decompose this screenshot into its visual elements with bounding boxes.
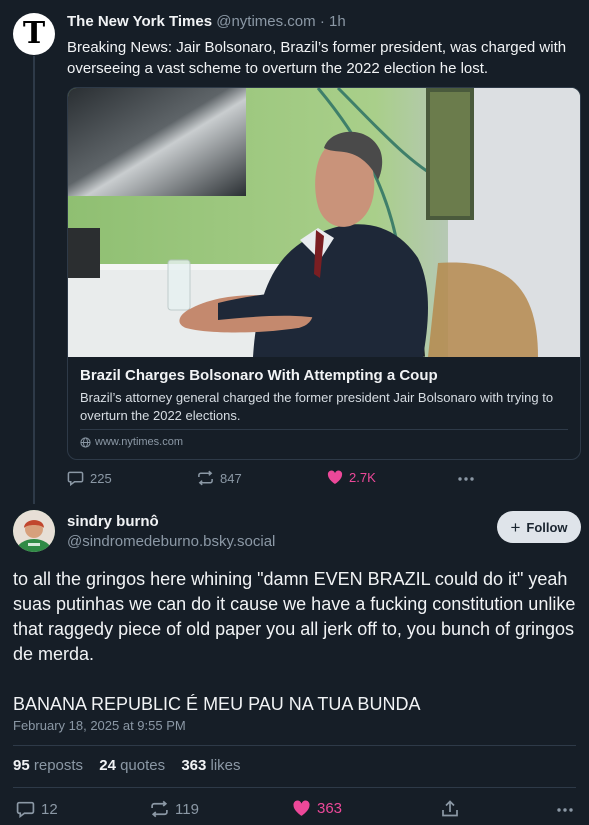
- parent-author-handle[interactable]: @nytimes.com: [216, 13, 315, 30]
- post-actions: 12 119 363: [13, 800, 578, 822]
- author-avatar[interactable]: [13, 510, 55, 552]
- parent-timestamp[interactable]: 1h: [329, 13, 346, 30]
- heart-filled-icon: [293, 800, 310, 816]
- parent-repost-count: 847: [220, 470, 242, 486]
- heart-filled-icon: [327, 470, 343, 484]
- author-name[interactable]: sindry burnô: [67, 513, 159, 530]
- repost-icon: [198, 470, 213, 486]
- bolsonaro-photo: [68, 88, 580, 357]
- nyt-logo-glyph: T: [22, 16, 46, 51]
- ellipsis-icon: [557, 808, 573, 812]
- parent-post-header: The New York Times @nytimes.com · 1h: [67, 13, 346, 30]
- parent-reply-count: 225: [90, 470, 112, 486]
- parent-post[interactable]: T The New York Times @nytimes.com · 1h B…: [0, 0, 589, 504]
- reply-button[interactable]: 12: [16, 800, 58, 818]
- parent-like-button[interactable]: 2.7K: [327, 470, 376, 485]
- header-separator: ·: [319, 13, 325, 30]
- repost-count: 119: [175, 800, 199, 818]
- follow-label: Follow: [526, 519, 568, 535]
- reposts-count[interactable]: 95: [13, 757, 30, 774]
- follow-button[interactable]: + Follow: [497, 511, 581, 543]
- link-card-domain: www.nytimes.com: [95, 436, 184, 448]
- link-card-divider: [80, 429, 568, 430]
- quotes-count[interactable]: 24: [99, 757, 116, 774]
- post-paragraph: to all the gringos here whining "damn EV…: [13, 569, 576, 664]
- divider: [13, 745, 576, 746]
- link-card-title: Brazil Charges Bolsonaro With Attempting…: [80, 367, 438, 384]
- repost-icon: [151, 800, 168, 818]
- avatar-photo: [13, 510, 55, 552]
- post-date[interactable]: February 18, 2025 at 9:55 PM: [13, 718, 186, 733]
- parent-like-count: 2.7K: [349, 470, 376, 485]
- like-button[interactable]: 363: [292, 800, 342, 817]
- post-stats: 95 reposts 24 quotes 363 likes: [13, 757, 253, 774]
- post-paragraph: BANANA REPUBLIC É MEU PAU NA TUA BUNDA: [13, 694, 421, 714]
- parent-post-text: Breaking News: Jair Bolsonaro, Brazil’s …: [67, 39, 567, 77]
- reply-count: 12: [41, 800, 58, 818]
- author-handle[interactable]: @sindromedeburno.bsky.social: [67, 533, 275, 550]
- link-card-domain-row: www.nytimes.com: [80, 436, 183, 448]
- reply-icon: [16, 801, 35, 818]
- likes-label[interactable]: likes: [211, 757, 241, 774]
- globe-icon: [80, 436, 91, 448]
- parent-more-button[interactable]: [457, 472, 475, 486]
- share-icon: [442, 800, 458, 817]
- ellipsis-icon: [458, 477, 474, 481]
- reposts-label[interactable]: reposts: [34, 757, 83, 774]
- parent-repost-button[interactable]: 847: [197, 470, 242, 486]
- more-button[interactable]: [556, 803, 574, 817]
- nyt-avatar[interactable]: T: [13, 13, 55, 55]
- plus-icon: +: [510, 517, 521, 537]
- share-button[interactable]: [441, 800, 459, 818]
- thread-line: [33, 56, 35, 504]
- link-card[interactable]: Brazil Charges Bolsonaro With Attempting…: [67, 87, 581, 460]
- reply-icon: [67, 471, 84, 486]
- parent-post-actions: 225 847 2.7K: [67, 470, 487, 490]
- link-card-image: [68, 88, 580, 357]
- likes-count[interactable]: 363: [181, 757, 206, 774]
- divider: [13, 787, 576, 788]
- like-count: 363: [317, 800, 343, 817]
- quotes-label[interactable]: quotes: [120, 757, 165, 774]
- parent-author-name[interactable]: The New York Times: [67, 13, 212, 30]
- post-body: to all the gringos here whining "damn EV…: [13, 567, 578, 717]
- parent-reply-button[interactable]: 225: [67, 470, 112, 486]
- link-card-description: Brazil’s attorney general charged the fo…: [80, 390, 554, 423]
- repost-button[interactable]: 119: [150, 800, 199, 818]
